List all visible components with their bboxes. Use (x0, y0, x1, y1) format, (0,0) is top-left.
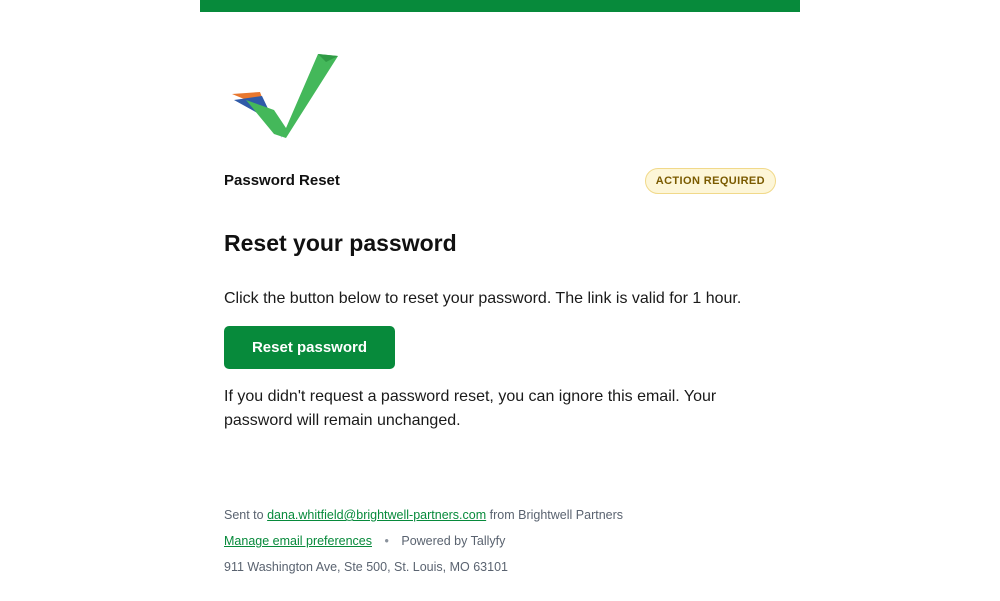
footer-separator: • (384, 534, 389, 548)
footer-sent-to-line: Sent to dana.whitfield@brightwell-partne… (224, 505, 784, 531)
reset-password-button[interactable]: Reset password (224, 326, 395, 369)
disclaimer-text: If you didn't request a password reset, … (224, 388, 717, 429)
sender-text: from Brightwell Partners (489, 508, 624, 522)
email-type-title: Password Reset (224, 172, 340, 189)
action-required-badge: ACTION REQUIRED (644, 168, 776, 194)
footer-preferences-line: Manage email preferences • Powered by Ta… (224, 531, 784, 557)
powered-by-text: Powered by Tallyfy (401, 534, 506, 548)
brand-top-bar (200, 0, 800, 12)
recipient-email-link[interactable]: dana.whitfield@brightwell-partners.com (267, 508, 486, 522)
checkmark-logo-icon (230, 50, 340, 142)
page-title: Reset your password (224, 230, 457, 256)
manage-preferences-link[interactable]: Manage email preferences (224, 534, 372, 548)
sent-to-label: Sent to (224, 508, 264, 522)
email-container: Password Reset ACTION REQUIRED Reset you… (200, 0, 800, 601)
instructions-text: Click the button below to reset your pas… (224, 290, 742, 307)
email-footer: Sent to dana.whitfield@brightwell-partne… (224, 505, 784, 583)
footer-address: 911 Washington Ave, Ste 500, St. Louis, … (224, 560, 508, 574)
email-header-row: Password Reset ACTION REQUIRED (224, 166, 776, 196)
